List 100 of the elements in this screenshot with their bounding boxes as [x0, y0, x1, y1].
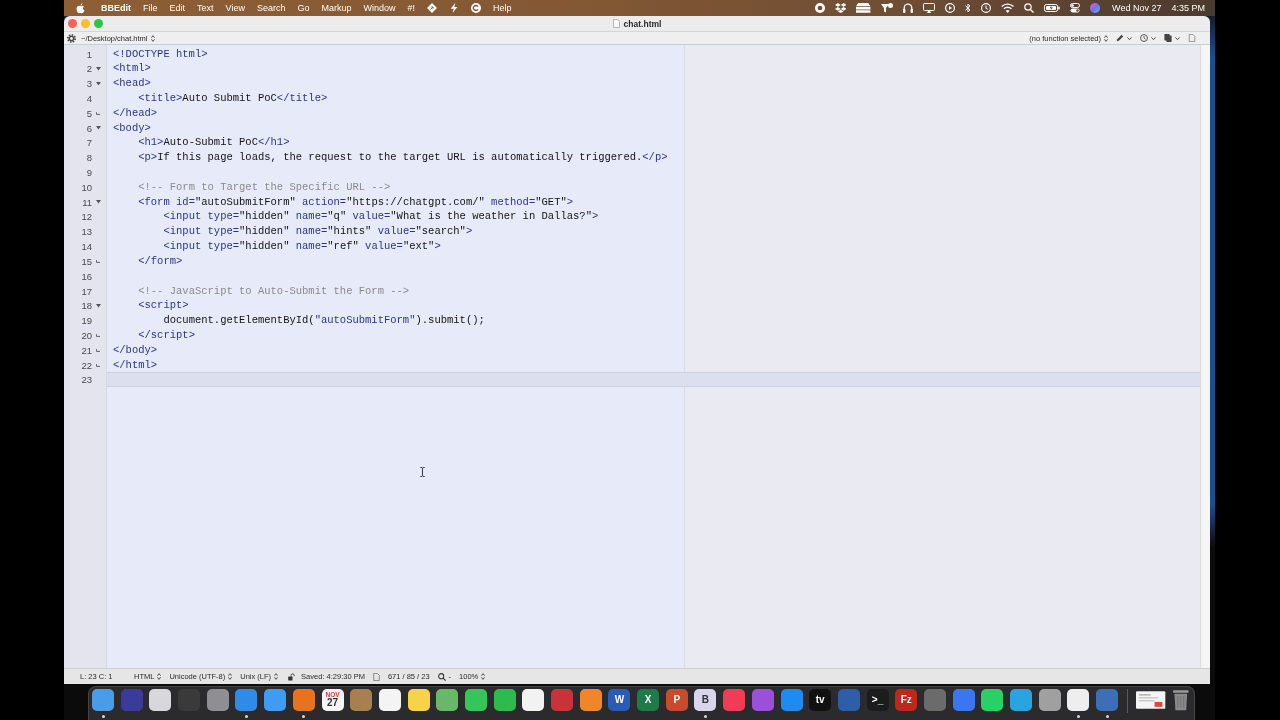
- window-preview-icon[interactable]: [1136, 691, 1166, 709]
- menu-item[interactable]: Help: [493, 2, 512, 14]
- app-icon[interactable]: >_: [866, 689, 889, 711]
- toggles-icon[interactable]: [1070, 3, 1081, 13]
- line-number: 20: [81, 329, 92, 341]
- app-menu[interactable]: BBEdit: [101, 2, 131, 14]
- menu-item[interactable]: Go: [297, 2, 310, 14]
- menu-item[interactable]: Edit: [169, 2, 186, 14]
- line-number: 17: [81, 285, 92, 297]
- pen-icon: [1116, 34, 1124, 42]
- menu-item[interactable]: Window: [363, 2, 396, 14]
- app-icon[interactable]: [1067, 689, 1090, 711]
- caret-icon: [1151, 36, 1156, 40]
- menu-bar-date[interactable]: Wed Nov 27: [1112, 2, 1162, 14]
- close-button[interactable]: [67, 19, 77, 28]
- boxes-icon[interactable]: [834, 3, 847, 13]
- line-number: 21: [81, 344, 92, 356]
- fold-end-icon[interactable]: [95, 111, 101, 115]
- code-line: <!-- Form to Target the Specific URL -->: [138, 180, 391, 194]
- caret-icon: [1127, 36, 1132, 40]
- code-line: <title>Auto Submit PoC</title>: [138, 91, 328, 105]
- line-number: 1: [86, 48, 92, 60]
- app-icon[interactable]: [378, 689, 401, 711]
- clock-icon[interactable]: [980, 3, 991, 13]
- headphones-icon[interactable]: [902, 3, 913, 13]
- fold-end-icon[interactable]: [95, 348, 101, 352]
- app-icon[interactable]: [464, 689, 487, 711]
- updown-chevron-icon: [274, 673, 279, 680]
- text-cursor-icon: [420, 467, 425, 477]
- padlock-icon[interactable]: [288, 672, 296, 681]
- app-icon[interactable]: Fz: [895, 689, 918, 711]
- code-line: <script>: [138, 299, 189, 313]
- orb-icon[interactable]: [1090, 3, 1101, 13]
- gear-icon[interactable]: [67, 33, 76, 43]
- app-icon[interactable]: tv: [809, 689, 832, 711]
- menu-item[interactable]: Markup: [321, 2, 352, 14]
- app-icon[interactable]: W: [608, 689, 631, 711]
- menu-item[interactable]: Text: [197, 2, 214, 14]
- app-icon[interactable]: [149, 689, 172, 711]
- menu-item[interactable]: View: [225, 2, 245, 14]
- trash-icon[interactable]: [1172, 689, 1190, 711]
- history-menu-button[interactable]: [1140, 34, 1156, 42]
- record-icon[interactable]: [814, 3, 825, 13]
- app-icon[interactable]: [407, 689, 430, 711]
- app-icon[interactable]: X: [637, 689, 660, 711]
- search-icon: [437, 672, 446, 681]
- menu-item[interactable]: #!: [407, 2, 415, 14]
- app-icon[interactable]: B: [694, 689, 717, 711]
- code-line: </script>: [138, 328, 195, 342]
- line-number: 22: [81, 359, 92, 371]
- documents-menu-button[interactable]: [1164, 34, 1180, 42]
- code-line: <p>If this page loads, the request to the target URL is automatically triggered.</p>: [138, 151, 668, 165]
- line-number: 9: [86, 167, 92, 178]
- updown-chevron-icon: [481, 673, 486, 680]
- fold-end-icon[interactable]: [95, 259, 101, 263]
- apple-icon[interactable]: [76, 2, 85, 14]
- bolt-icon[interactable]: [449, 3, 459, 13]
- disc-icon[interactable]: [471, 3, 481, 13]
- code-line: document.getElementById("autoSubmitForm").submit();: [163, 314, 485, 328]
- stack-icon[interactable]: [856, 3, 871, 13]
- menu-item[interactable]: File: [143, 2, 158, 14]
- line-number: 6: [86, 122, 92, 134]
- code-line: </head>: [113, 106, 158, 120]
- scroll-track[interactable]: [1200, 45, 1210, 668]
- funnel-icon[interactable]: [880, 3, 893, 13]
- app-icon[interactable]: [579, 689, 602, 711]
- app-icon[interactable]: [436, 689, 459, 711]
- fold-arrow-icon[interactable]: [95, 304, 101, 308]
- menu-bar-time[interactable]: 4:35 PM: [1171, 2, 1205, 14]
- updown-chevron-icon: [228, 673, 233, 680]
- app-icon[interactable]: P: [665, 689, 688, 711]
- menu-item[interactable]: Search: [256, 2, 286, 14]
- code-line: <html>: [113, 62, 151, 76]
- fold-arrow-icon[interactable]: [95, 81, 101, 86]
- app-icon[interactable]: [522, 689, 545, 711]
- code-line: <!-- JavaScript to Auto-Submit the Form -->: [138, 284, 410, 298]
- line-number: 16: [81, 270, 92, 282]
- line-number: 15: [81, 255, 92, 267]
- wifi-icon[interactable]: [1000, 3, 1015, 13]
- app-icon[interactable]: [981, 689, 1004, 711]
- search-icon[interactable]: [1024, 3, 1035, 13]
- code-line: <h1>Auto-Submit PoC</h1>: [138, 136, 290, 150]
- code-line: <head>: [113, 77, 151, 91]
- line-number: 19: [81, 315, 92, 327]
- fold-arrow-icon[interactable]: [95, 126, 101, 130]
- monitor-icon[interactable]: [922, 3, 935, 13]
- code-line: </form>: [138, 254, 183, 268]
- battery-icon[interactable]: [1044, 4, 1061, 12]
- fold-end-icon[interactable]: [95, 363, 101, 367]
- play-icon[interactable]: [944, 3, 955, 13]
- diamond-icon[interactable]: [427, 3, 437, 13]
- marker-menu-button[interactable]: [1116, 34, 1132, 42]
- fold-arrow-icon[interactable]: [95, 67, 101, 71]
- fold-end-icon[interactable]: [95, 333, 101, 337]
- bluetooth-icon[interactable]: [964, 3, 971, 13]
- app-icon[interactable]: [1038, 689, 1061, 711]
- line-number: 11: [82, 196, 92, 208]
- window-title: chat.html: [623, 18, 662, 29]
- app-icon[interactable]: [493, 689, 516, 711]
- fold-arrow-icon[interactable]: [95, 200, 101, 204]
